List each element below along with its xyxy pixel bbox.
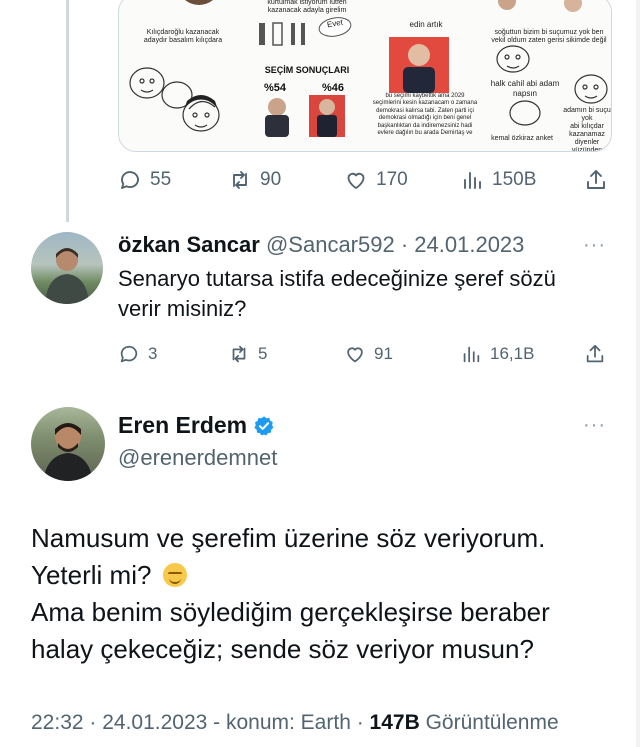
- reply-tweet-text: Senaryo tutarsa istifa edeceğinize şeref…: [118, 266, 556, 321]
- tweet-line: Ama benim söylediğim gerçekleşirse berab…: [31, 597, 550, 627]
- meme-panel-2: kurtulmak istiyorum lütfen kazanacak ada…: [247, 0, 367, 151]
- meme-bottom-text: kemal özkiraz anket: [491, 135, 553, 142]
- profile-photo-illustration: [45, 248, 89, 304]
- heart-icon: [347, 347, 363, 363]
- views-button[interactable]: 150B: [460, 168, 536, 192]
- tweet-line: Namusum ve şerefim üzerine söz veriyorum…: [31, 523, 546, 553]
- more-options-icon[interactable]: ···: [583, 414, 606, 437]
- tweet-line: Yeterli mi?: [31, 560, 152, 590]
- views-total: 147B: [369, 711, 420, 734]
- tweet-media-image[interactable]: Kılıçdaroğlu kazanacak adaydır basalım k…: [118, 0, 612, 152]
- main-tweet-text: Namusum ve şerefim üzerine söz veriyorum…: [31, 520, 621, 668]
- retweet-button[interactable]: 90: [228, 168, 281, 192]
- tweet-action-bar: 3 5 91 16,1B: [118, 339, 612, 369]
- meme-panel-1: Kılıçdaroğlu kazanacak adaydır basalım k…: [119, 0, 247, 151]
- retweet-icon: [233, 171, 247, 189]
- author-handle[interactable]: @erenerdemnet: [118, 445, 277, 471]
- views-chart-icon: [463, 346, 480, 363]
- reply-count: 3: [148, 344, 158, 363]
- heart-icon: [347, 172, 365, 189]
- retweet-button[interactable]: 5: [228, 343, 267, 365]
- views-count: 150B: [492, 169, 537, 190]
- meme-cartoon-faces-illustration: [129, 0, 220, 132]
- reply-author-line: özkan Sancar @Sancar592 · 24.01.2023: [118, 232, 524, 258]
- politician-photo-illustration: [389, 37, 449, 93]
- tweet-line-with-emoji: Yeterli mi?: [31, 557, 621, 594]
- avatar[interactable]: [31, 407, 105, 481]
- reply-icon: [121, 171, 139, 189]
- author-name[interactable]: özkan Sancar: [118, 232, 260, 257]
- meme-panel-4: soğuttun bizim bi suçumuz yok ben vekil …: [485, 0, 611, 152]
- like-button[interactable]: 170: [344, 168, 408, 192]
- candidate-photos-illustration: [265, 95, 345, 137]
- share-icon: [586, 344, 604, 363]
- retweet-count: 5: [258, 344, 268, 363]
- share-icon: [587, 170, 605, 189]
- like-count: 170: [376, 169, 408, 190]
- meme-panel-3: edin artık bu seçimi kaybettik ama 2029 …: [367, 0, 485, 151]
- tweet-date[interactable]: 24.01.2023: [414, 232, 524, 257]
- like-count: 91: [374, 344, 393, 363]
- meme-top-text: soğuttun bizim bi suçumuz yok ben vekil …: [491, 29, 607, 44]
- verified-badge-icon: [254, 415, 274, 436]
- avatar[interactable]: [31, 232, 103, 304]
- reply-count: 55: [150, 169, 172, 190]
- tweet-meta-line: 22:32 · 24.01.2023 - konum: Earth · 147B…: [31, 711, 559, 735]
- tweet-line: halay çekeceğiz; sende söz veriyor musun…: [31, 634, 534, 664]
- views-label: Görüntülenme: [419, 711, 559, 734]
- meme-top-text: edin artık: [409, 20, 443, 29]
- scrollbar-track[interactable]: [636, 0, 640, 747]
- timestamp-location[interactable]: 22:32 · 24.01.2023 - konum: Earth ·: [31, 711, 370, 734]
- meme-body-text: bu seçimi kaybettik ama 2029 seçimlerini…: [372, 93, 478, 137]
- like-button[interactable]: 91: [344, 343, 393, 365]
- more-options-icon[interactable]: ···: [583, 234, 606, 257]
- meme-caption: Kılıçdaroğlu kazanacak adaydır basalım k…: [143, 29, 223, 44]
- retweet-icon: [232, 345, 246, 363]
- results-title: SEÇİM SONUÇLARI: [264, 65, 350, 75]
- thread-connector-line: [66, 0, 69, 222]
- main-author-name-row: Eren Erdem: [118, 412, 275, 439]
- views-chart-icon: [464, 172, 481, 189]
- views-button[interactable]: 16,1B: [460, 343, 534, 365]
- views-count: 16,1B: [490, 344, 535, 363]
- author-name[interactable]: Eren Erdem: [118, 412, 247, 439]
- reply-button[interactable]: 55: [118, 168, 171, 192]
- author-handle[interactable]: @Sancar592: [266, 232, 395, 257]
- share-button[interactable]: [584, 343, 606, 365]
- smiling-face-emoji-icon: [162, 563, 187, 587]
- share-button[interactable]: [584, 168, 608, 192]
- separator-dot: ·: [400, 232, 409, 257]
- reply-button[interactable]: 3: [118, 343, 157, 365]
- reply-icon: [120, 345, 138, 363]
- tweet-action-bar: 55 90 170 150B: [118, 165, 612, 195]
- meme-right-text: adamın bi suçu yok abi kılıçdar kazanama…: [563, 107, 611, 152]
- profile-photo-illustration: [43, 423, 93, 481]
- retweet-count: 90: [260, 169, 282, 190]
- meme-mid-text: halk cahil abi adam napsın: [490, 79, 560, 98]
